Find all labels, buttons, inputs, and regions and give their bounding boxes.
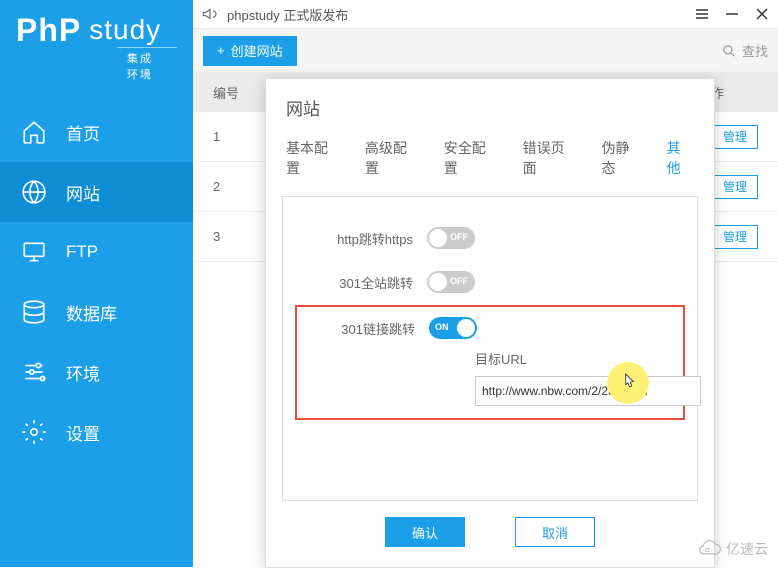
topbar: phpstudy 正式版发布 bbox=[193, 0, 778, 28]
modal-footer: 确认 取消 bbox=[266, 517, 714, 567]
sidebar-item-home[interactable]: 首页 bbox=[0, 102, 193, 162]
row-num: 3 bbox=[193, 229, 253, 244]
watermark-text: 亿速云 bbox=[726, 539, 768, 559]
sidebar-item-label: 设置 bbox=[66, 420, 100, 445]
manage-button[interactable]: 管理 bbox=[712, 125, 758, 149]
sidebar-item-settings[interactable]: 设置 bbox=[0, 402, 193, 462]
logo-sub: 集成环境 bbox=[117, 47, 177, 82]
sidebar-item-label: 数据库 bbox=[66, 300, 117, 325]
cloud-icon bbox=[696, 540, 722, 558]
toggle-link-301[interactable]: ON bbox=[429, 317, 477, 339]
opt-http-https: http跳转https OFF bbox=[303, 227, 677, 249]
tab-rewrite[interactable]: 伪静态 bbox=[597, 130, 646, 186]
toggle-text: ON bbox=[435, 322, 449, 332]
manage-button[interactable]: 管理 bbox=[712, 175, 758, 199]
target-url-input[interactable] bbox=[475, 376, 701, 406]
logo: PhP study 集成环境 bbox=[0, 0, 193, 92]
tab-other[interactable]: 其他 bbox=[663, 130, 698, 186]
create-site-button[interactable]: + 创建网站 bbox=[203, 36, 297, 66]
minimize-icon[interactable] bbox=[724, 6, 740, 22]
tab-security[interactable]: 安全配置 bbox=[440, 130, 503, 186]
watermark: 亿速云 bbox=[696, 539, 768, 559]
cancel-button[interactable]: 取消 bbox=[515, 517, 595, 547]
opt-full-301: 301全站跳转 OFF bbox=[303, 271, 677, 293]
monitor-icon bbox=[20, 238, 48, 266]
cursor-highlight bbox=[607, 362, 649, 404]
sidebar: PhP study 集成环境 首页 网站 FTP 数据库 环境 设置 bbox=[0, 0, 193, 567]
opt-label: 301全站跳转 bbox=[303, 273, 413, 292]
logo-brand-p: PhP bbox=[16, 12, 81, 48]
sidebar-item-database[interactable]: 数据库 bbox=[0, 282, 193, 342]
row-num: 1 bbox=[193, 129, 253, 144]
globe-icon bbox=[20, 178, 48, 206]
target-label: 目标URL bbox=[475, 349, 675, 368]
toggle-http-https[interactable]: OFF bbox=[427, 227, 475, 249]
search-icon bbox=[722, 44, 736, 58]
menu-icon[interactable] bbox=[694, 6, 710, 22]
tab-error[interactable]: 错误页面 bbox=[519, 130, 582, 186]
create-label: 创建网站 bbox=[231, 41, 283, 60]
toggle-text: OFF bbox=[450, 232, 468, 242]
tab-basic[interactable]: 基本配置 bbox=[282, 130, 345, 186]
opt-link-301: 301链接跳转 ON bbox=[305, 317, 675, 339]
tab-advanced[interactable]: 高级配置 bbox=[361, 130, 424, 186]
site-modal: 网站 基本配置 高级配置 安全配置 错误页面 伪静态 其他 http跳转http… bbox=[265, 78, 715, 568]
sidebar-item-environment[interactable]: 环境 bbox=[0, 342, 193, 402]
sidebar-item-label: 环境 bbox=[66, 360, 100, 385]
announce-text: phpstudy 正式版发布 bbox=[227, 5, 694, 24]
home-icon bbox=[20, 118, 48, 146]
plus-icon: + bbox=[217, 43, 225, 58]
sidebar-item-label: 网站 bbox=[66, 180, 100, 205]
col-num: 编号 bbox=[193, 83, 253, 102]
sliders-icon bbox=[20, 358, 48, 386]
sidebar-item-website[interactable]: 网站 bbox=[0, 162, 193, 222]
modal-tabs: 基本配置 高级配置 安全配置 错误页面 伪静态 其他 bbox=[266, 130, 714, 186]
gear-icon bbox=[20, 418, 48, 446]
sidebar-item-label: FTP bbox=[66, 242, 98, 262]
confirm-button[interactable]: 确认 bbox=[385, 517, 465, 547]
nav: 首页 网站 FTP 数据库 环境 设置 bbox=[0, 102, 193, 462]
toggle-knob bbox=[429, 229, 447, 247]
toggle-text: OFF bbox=[450, 276, 468, 286]
opt-label: 301链接跳转 bbox=[305, 319, 415, 338]
row-num: 2 bbox=[193, 179, 253, 194]
search-area[interactable]: 查找 bbox=[722, 41, 768, 60]
sidebar-item-label: 首页 bbox=[66, 120, 100, 145]
megaphone-icon bbox=[201, 5, 219, 23]
toolbar: + 创建网站 查找 bbox=[193, 28, 778, 72]
modal-title: 网站 bbox=[266, 79, 714, 130]
manage-button[interactable]: 管理 bbox=[712, 225, 758, 249]
pointer-icon bbox=[619, 372, 637, 394]
toggle-knob bbox=[457, 319, 475, 337]
close-icon[interactable] bbox=[754, 6, 770, 22]
logo-brand-s: study bbox=[89, 16, 161, 44]
search-label: 查找 bbox=[742, 41, 768, 60]
database-icon bbox=[20, 298, 48, 326]
opt-label: http跳转https bbox=[303, 229, 413, 248]
sidebar-item-ftp[interactable]: FTP bbox=[0, 222, 193, 282]
toggle-full-301[interactable]: OFF bbox=[427, 271, 475, 293]
toggle-knob bbox=[429, 273, 447, 291]
tab-content: http跳转https OFF 301全站跳转 OFF 301链接跳转 ON bbox=[282, 196, 698, 501]
